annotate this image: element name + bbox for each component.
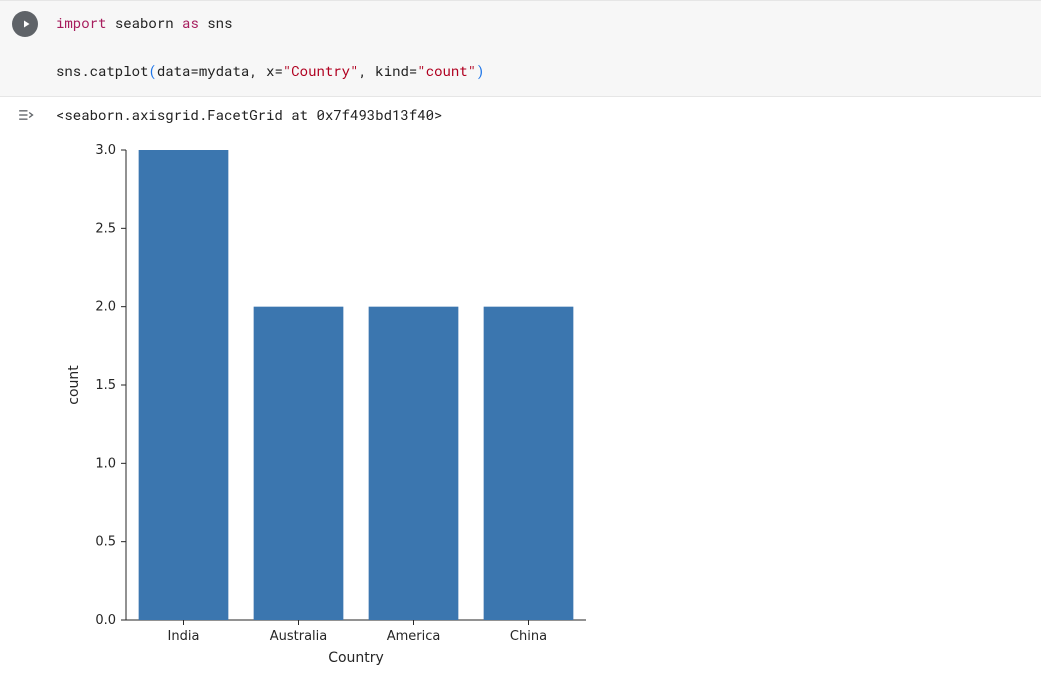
svg-text:1.0: 1.0 (95, 457, 116, 472)
output-actions-icon[interactable] (15, 105, 35, 125)
args: , kind= (358, 61, 417, 80)
keyword-as: as (182, 13, 199, 32)
svg-text:0.5: 0.5 (95, 535, 116, 550)
output-gutter (0, 105, 50, 125)
svg-text:Australia: Australia (270, 629, 328, 644)
play-icon (20, 18, 32, 30)
output-repr: <seaborn.axisgrid.FacetGrid at 0x7f493bd… (56, 105, 1041, 124)
svg-text:China: China (510, 629, 547, 644)
chart: 0.0 0.5 1.0 1.5 2.0 2.5 3.0 India Australia Ameri… (56, 132, 1041, 681)
notebook: import seaborn as sns sns.catplot(data=m… (0, 0, 1041, 681)
code-cell: import seaborn as sns sns.catplot(data=m… (0, 0, 1041, 97)
output-cell: <seaborn.axisgrid.FacetGrid at 0x7f493bd… (0, 97, 1041, 681)
svg-text:America: America (387, 629, 441, 644)
output-body: <seaborn.axisgrid.FacetGrid at 0x7f493bd… (50, 105, 1041, 681)
run-button[interactable] (12, 11, 38, 37)
svg-text:2.0: 2.0 (95, 300, 116, 315)
svg-text:0.0: 0.0 (95, 613, 116, 628)
svg-text:2.5: 2.5 (95, 222, 116, 237)
paren-close: ) (476, 61, 484, 80)
func-call: sns.catplot (56, 61, 148, 80)
bar (254, 307, 344, 620)
svg-text:India: India (168, 629, 200, 644)
run-gutter (0, 11, 50, 37)
args: data=mydata, x= (157, 61, 283, 80)
svg-text:Country: Country (328, 650, 384, 666)
svg-text:count: count (66, 365, 82, 405)
svg-text:3.0: 3.0 (95, 143, 116, 158)
string-literal: "Country" (283, 61, 359, 80)
string-literal: "count" (417, 61, 476, 80)
keyword-import: import (56, 13, 106, 32)
module-name: seaborn (115, 13, 174, 32)
bar (139, 150, 229, 620)
module-alias: sns (207, 13, 232, 32)
bar (484, 307, 574, 620)
code-editor[interactable]: import seaborn as sns sns.catplot(data=m… (50, 11, 1041, 82)
chart-svg: 0.0 0.5 1.0 1.5 2.0 2.5 3.0 India Australia Ameri… (56, 132, 616, 681)
svg-text:1.5: 1.5 (95, 378, 116, 393)
paren-open: ( (148, 61, 156, 80)
bar (369, 307, 459, 620)
